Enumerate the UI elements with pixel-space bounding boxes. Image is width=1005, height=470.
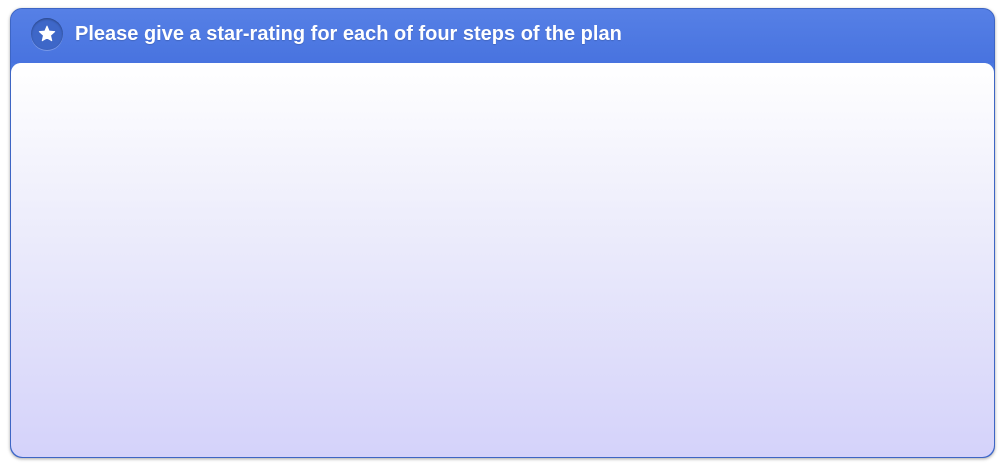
star-icon	[38, 25, 56, 42]
panel-body	[11, 63, 994, 457]
panel-title: Please give a star-rating for each of fo…	[75, 23, 622, 45]
panel-header: Please give a star-rating for each of fo…	[11, 9, 994, 63]
star-badge	[31, 18, 63, 50]
rating-panel: Please give a star-rating for each of fo…	[10, 8, 995, 458]
